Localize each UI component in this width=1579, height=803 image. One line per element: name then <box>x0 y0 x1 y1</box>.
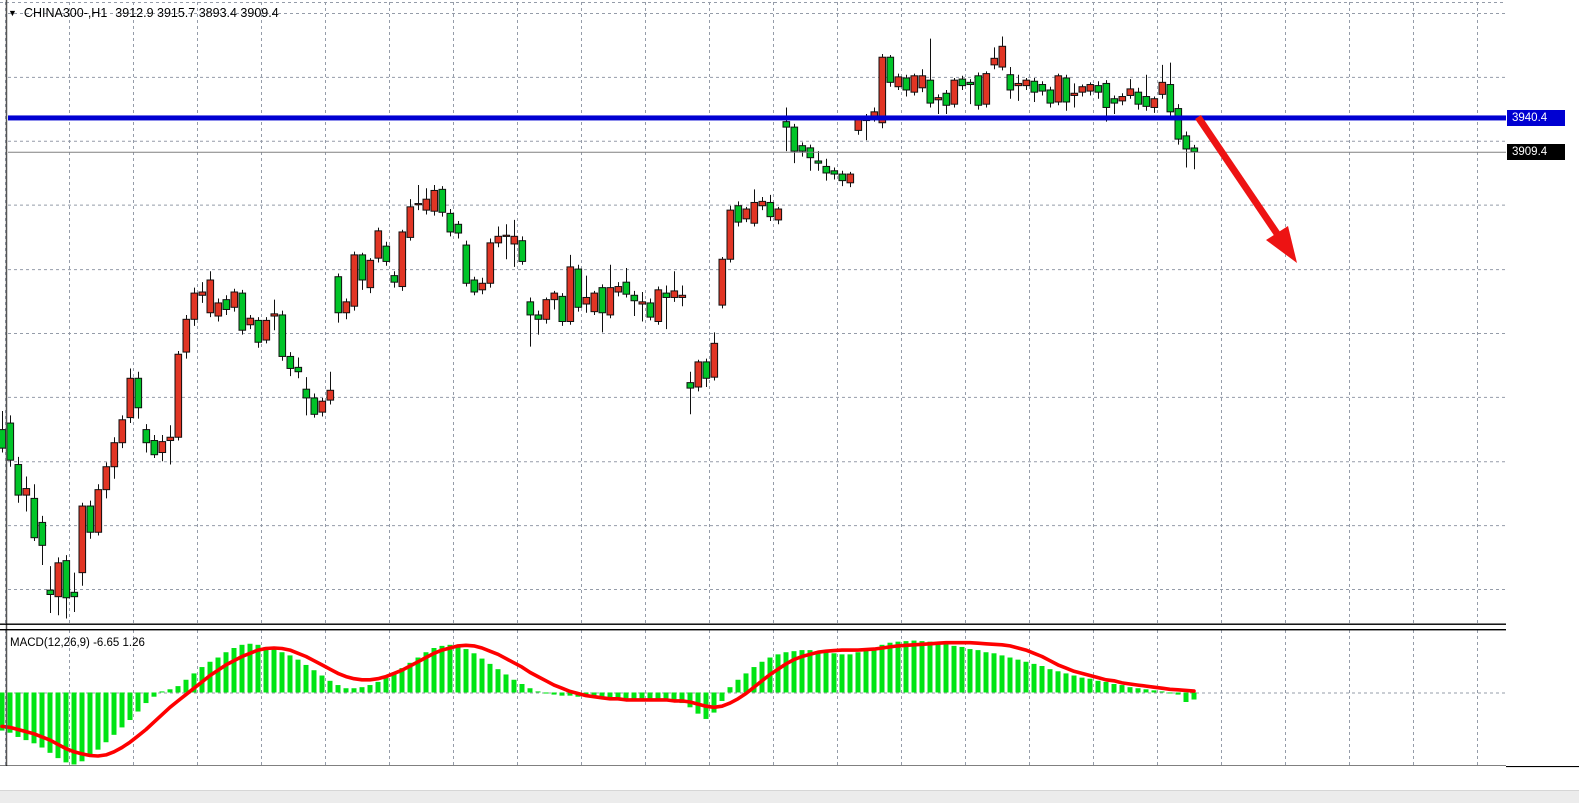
macd-indicator-label: MACD(12,26,9) -6.65 1.26 <box>10 637 145 649</box>
price-lines-layer <box>8 115 1506 152</box>
ohlc-values: 3912.9 3915.7 3893.4 3909.4 <box>115 6 278 20</box>
symbol-timeframe-label: CHINA300-,H1 <box>24 6 107 20</box>
macd-indicator-name: MACD(12,26,9) <box>10 637 90 649</box>
symbol-dropdown-icon[interactable]: ▼ <box>8 8 17 18</box>
candles-layer <box>0 36 1198 618</box>
resistance-line <box>8 115 1506 120</box>
symbol-info: ▼ CHINA300-,H1 3912.9 3915.7 3893.4 3909.4 <box>8 6 279 20</box>
macd-indicator-values: -6.65 1.26 <box>93 637 145 649</box>
status-strip <box>0 790 1579 803</box>
time-axis[interactable]: 27 Oct 20222 Nov 05:008 Nov 05:0014 Nov … <box>0 766 1506 790</box>
macd-layer <box>0 641 1197 765</box>
chart-canvas[interactable] <box>0 0 1579 803</box>
macd-signal-line <box>2 643 1194 756</box>
mt4-chart-window: ▼ CHINA300-,H1 3912.9 3915.7 3893.4 3909.4… <box>0 0 1579 803</box>
last-price-tag: 3909.4 <box>1507 144 1565 160</box>
resistance-price-tag: 3940.4 <box>1507 110 1565 126</box>
arrow-annotation-layer <box>1198 117 1297 263</box>
